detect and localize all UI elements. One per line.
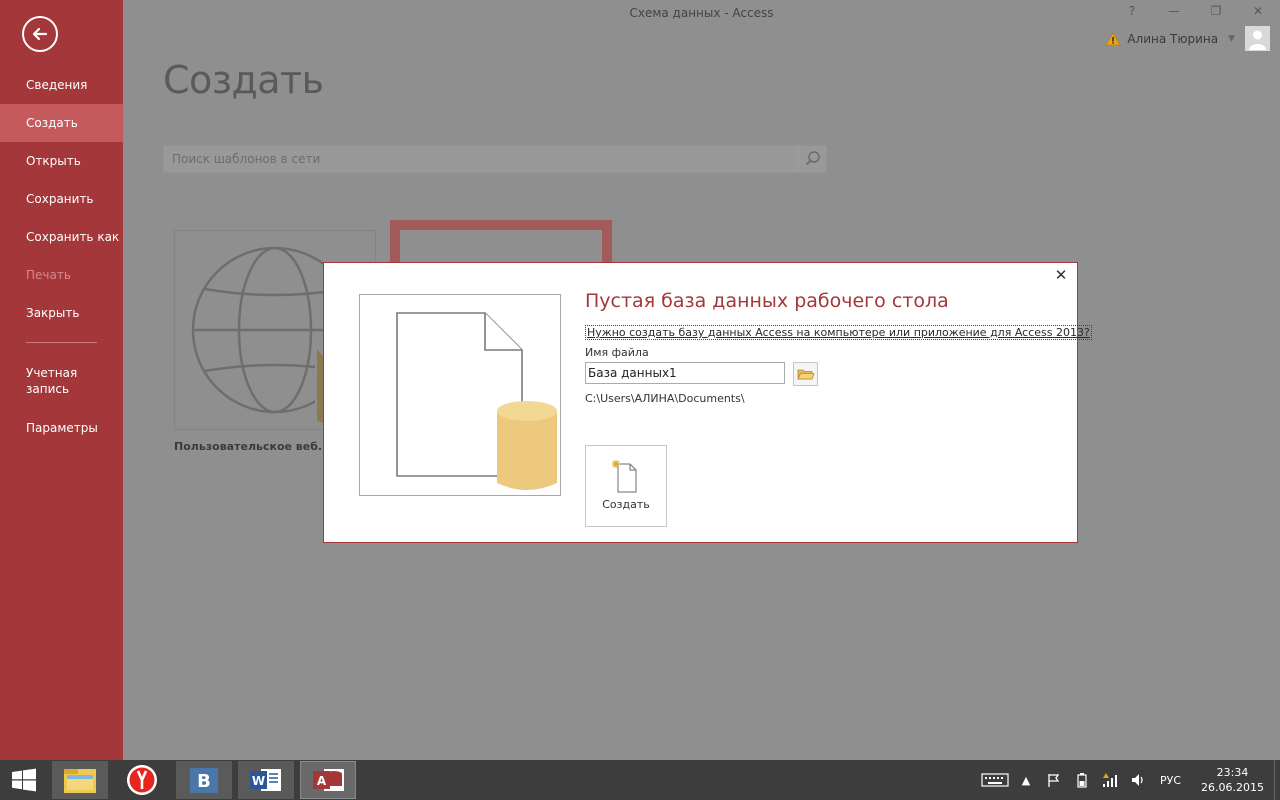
taskbar-yandex-browser[interactable] [114,761,170,799]
clock[interactable]: 23:34 26.06.2015 [1201,765,1264,795]
help-button[interactable]: ? [1120,4,1144,18]
create-button-label: Создать [602,498,650,511]
search-button[interactable] [798,146,826,172]
taskbar-file-explorer[interactable] [52,761,108,799]
taskbar-vk[interactable]: В [176,761,232,799]
create-button[interactable]: Создать [585,445,667,527]
window-controls: ? — ❐ ✕ [1120,4,1270,18]
volume-icon[interactable] [1126,770,1150,790]
template-search [163,145,827,173]
window-title: Схема данных - Access [629,6,774,20]
file-path: C:\Users\АЛИНА\Documents\ [585,392,745,405]
chevron-up-icon[interactable]: ▲ [1014,770,1038,790]
backstage-nav: Сведения Создать Открыть Сохранить Сохра… [0,66,123,447]
system-tray: ▲ РУС 23:34 26.06.2015 [978,760,1280,800]
new-database-dialog: ✕ Пустая база данных рабочего стола Нужн… [323,262,1092,543]
arrow-left-icon [32,27,48,41]
avatar[interactable] [1245,26,1270,51]
restore-icon[interactable]: ❐ [1204,4,1228,18]
word-icon: W [250,769,281,791]
clock-time: 23:34 [1216,766,1249,779]
back-button[interactable] [22,16,58,52]
svg-text:A: A [317,774,327,788]
taskbar-word[interactable]: W [238,761,294,799]
battery-icon[interactable] [1070,770,1094,790]
info-link[interactable]: Нужно создать базу данных Access на комп… [585,325,1092,340]
account-area[interactable]: Алина Тюрина ▼ [1105,26,1270,51]
nav-item-account[interactable]: Учетная запись [0,357,100,409]
filename-label: Имя файла [585,346,649,359]
new-file-icon [612,460,637,493]
person-icon [1249,30,1266,50]
windows-logo-icon [12,768,36,792]
filename-field[interactable] [585,362,785,384]
template-preview [359,294,561,496]
blank-database-icon [396,312,557,490]
start-button[interactable] [10,768,38,792]
dialog-title: Пустая база данных рабочего стола [585,290,949,312]
nav-item-save-as[interactable]: Сохранить как [0,218,123,256]
folder-icon [797,369,815,380]
browse-folder-button[interactable] [793,362,818,386]
keyboard-icon[interactable] [980,770,1010,790]
close-icon[interactable]: ✕ [1053,267,1069,283]
nav-item-info[interactable]: Сведения [0,66,123,104]
svg-text:W: W [252,774,265,788]
taskbar: В W A ▲ РУС 23:34 26.06.2015 [0,760,1280,800]
nav-item-save[interactable]: Сохранить [0,180,123,218]
show-desktop-button[interactable] [1274,760,1280,800]
yandex-browser-icon [127,765,157,795]
clock-date: 26.06.2015 [1201,781,1264,794]
chevron-down-icon[interactable]: ▼ [1228,34,1235,44]
access-icon: A [313,769,344,791]
network-icon[interactable] [1098,770,1122,790]
backstage-sidebar: Сведения Создать Открыть Сохранить Сохра… [0,0,123,760]
close-window-icon[interactable]: ✕ [1246,4,1270,18]
input-language[interactable]: РУС [1160,774,1181,787]
nav-item-open[interactable]: Открыть [0,142,123,180]
nav-divider [26,342,97,343]
warning-icon [1105,31,1121,45]
search-icon [805,151,820,166]
svg-text:В: В [197,771,211,792]
vk-icon: В [190,768,218,793]
search-input[interactable] [164,146,784,172]
page-title: Создать [163,58,324,102]
taskbar-access[interactable]: A [300,761,356,799]
nav-item-close[interactable]: Закрыть [0,294,123,332]
nav-item-print: Печать [26,268,71,282]
minimize-icon[interactable]: — [1162,4,1186,18]
user-name: Алина Тюрина [1127,31,1219,46]
nav-item-new[interactable]: Создать [0,104,123,142]
nav-item-options[interactable]: Параметры [0,409,123,447]
template-label: Пользовательское веб... [174,440,331,453]
folder-icon [64,769,96,793]
action-center-flag-icon[interactable] [1042,770,1066,790]
